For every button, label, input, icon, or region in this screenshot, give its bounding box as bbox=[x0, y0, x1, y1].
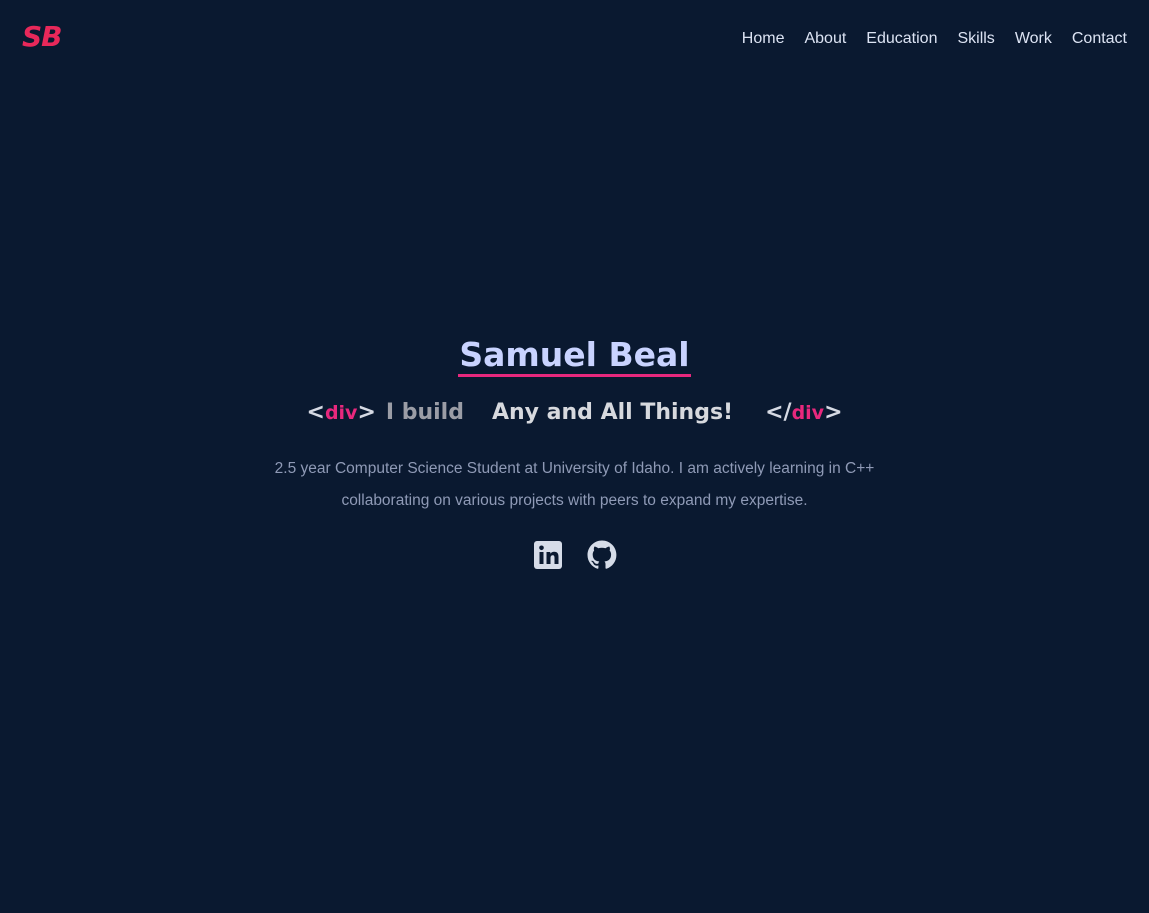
nav-link-home[interactable]: Home bbox=[742, 29, 785, 49]
open-tag-bracket-right: > bbox=[357, 400, 376, 425]
nav-link-about[interactable]: About bbox=[804, 29, 846, 49]
hero-description: 2.5 year Computer Science Student at Uni… bbox=[274, 460, 875, 509]
github-icon[interactable] bbox=[586, 539, 618, 571]
logo[interactable]: SB bbox=[22, 23, 63, 51]
open-tag-bracket-left: < bbox=[306, 400, 325, 425]
page: SB Home About Education Skills Work Cont… bbox=[0, 0, 1149, 913]
nav-link-contact[interactable]: Contact bbox=[1072, 29, 1127, 49]
tagline-rotating-text: Any and All Things! bbox=[491, 400, 734, 425]
hero-name: Samuel Beal bbox=[458, 336, 691, 377]
nav-link-skills[interactable]: Skills bbox=[957, 29, 994, 49]
hero-tagline: < div > I build Any and All Things! </ d… bbox=[0, 399, 1149, 427]
close-tag-bracket-right: > bbox=[824, 400, 843, 425]
hero-section: Samuel Beal < div > I build Any and All … bbox=[0, 336, 1149, 571]
close-tag-bracket-left: </ bbox=[765, 400, 792, 425]
nav-link-work[interactable]: Work bbox=[1015, 29, 1052, 49]
nav-link-education[interactable]: Education bbox=[866, 29, 937, 49]
linkedin-icon[interactable] bbox=[532, 539, 564, 571]
social-links bbox=[0, 539, 1149, 571]
open-tag-name: div bbox=[324, 402, 358, 424]
main-nav: Home About Education Skills Work Contact bbox=[742, 29, 1127, 49]
close-tag-name: div bbox=[791, 402, 825, 424]
tagline-static-text: I build bbox=[385, 400, 464, 425]
